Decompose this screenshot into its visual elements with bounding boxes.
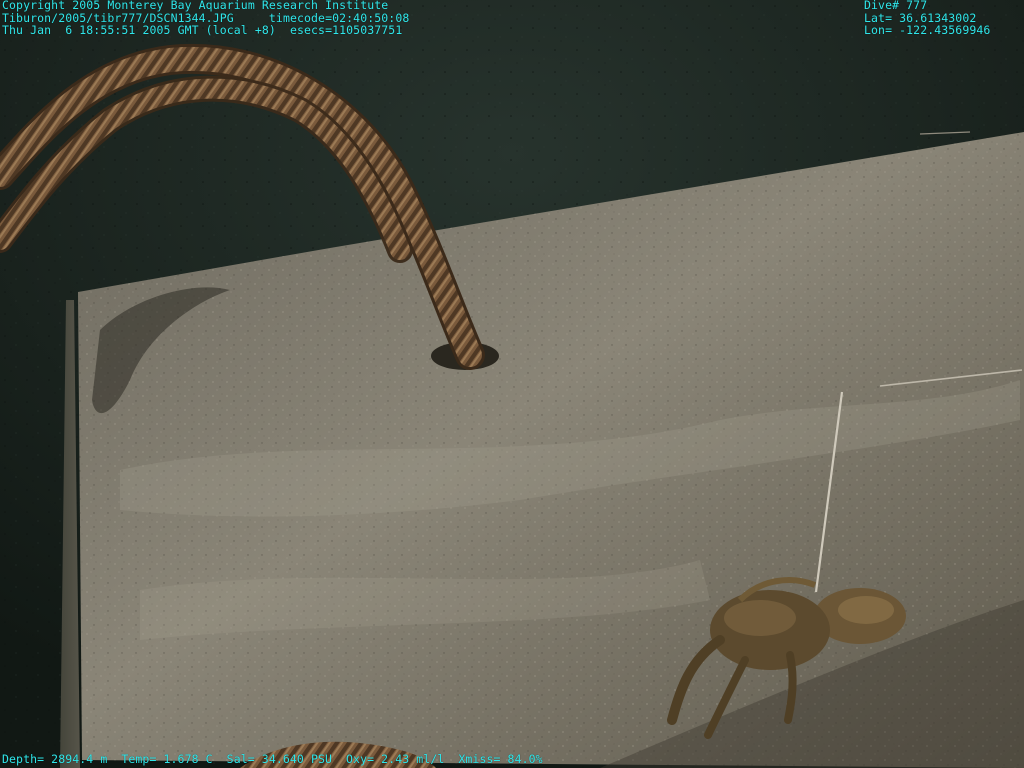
overlay-top-left: Copyright 2005 Monterey Bay Aquarium Res…	[2, 0, 409, 37]
longitude: Lon= -122.43569946	[864, 23, 991, 37]
dive-number: Dive# 777	[864, 0, 928, 12]
overlay-bottom: Depth= 2894.4 m Temp= 1.678 C Sal= 34.640 …	[2, 753, 557, 766]
datetime-line: Thu Jan 6 18:55:51 2005 GMT (local +8) e…	[2, 23, 403, 37]
seafloor-scene	[0, 0, 1024, 768]
depth-readout: Depth= 2894.4 m	[2, 752, 108, 766]
camera-frame: Copyright 2005 Monterey Bay Aquarium Res…	[0, 0, 1024, 768]
copyright-line: Copyright 2005 Monterey Bay Aquarium Res…	[2, 0, 389, 12]
temperature-readout: Temp= 1.678 C	[121, 752, 213, 766]
overlay-top-right: Dive# 777 Lat= 36.61343002 Lon= -122.43569…	[864, 0, 990, 37]
salinity-readout: Sal= 34.640 PSU	[226, 752, 333, 766]
oxygen-readout: Oxy= 2.43 ml/l	[346, 752, 445, 766]
transmissometer-readout: Xmiss= 84.0%	[458, 752, 543, 766]
